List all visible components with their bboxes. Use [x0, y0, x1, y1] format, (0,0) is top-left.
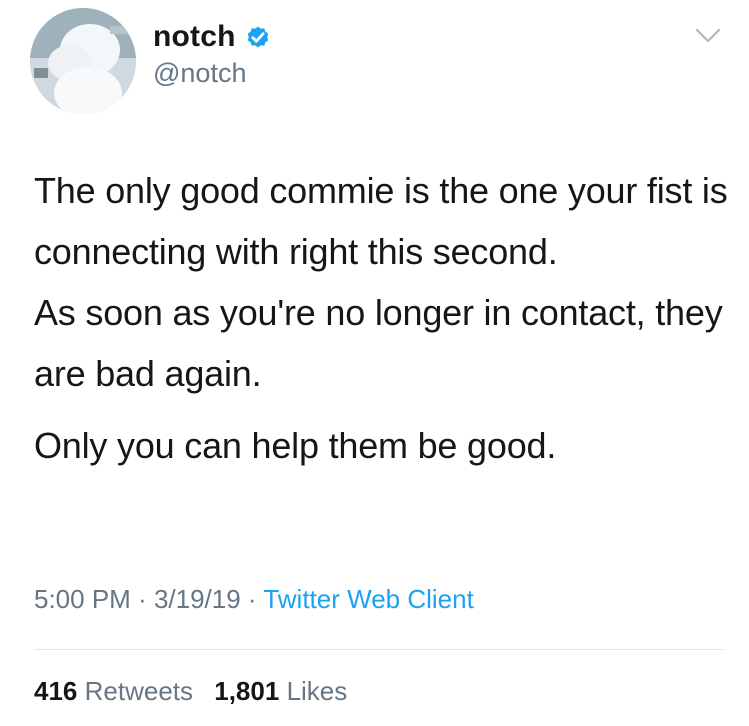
tweet-date[interactable]: 3/19/19 — [154, 584, 241, 614]
likes-count: 1,801 — [214, 676, 280, 706]
tweet-paragraph: The only good commie is the one your fis… — [34, 170, 738, 272]
retweets-label: Retweets — [84, 676, 194, 706]
tweet-text: The only good commie is the one your fis… — [34, 160, 734, 476]
name-row: notch — [153, 20, 272, 54]
avatar-image — [30, 8, 136, 114]
tweet-time[interactable]: 5:00 PM — [34, 584, 131, 614]
tweet-stats: 416 Retweets 1,801 Likes — [34, 676, 361, 707]
meta-separator: · — [130, 584, 154, 614]
tweet-paragraph: As soon as you're no longer in contact, … — [34, 292, 733, 394]
likes-label: Likes — [286, 676, 348, 706]
tweet-card: notch @notch The only good commie is the… — [0, 0, 749, 726]
divider — [34, 649, 724, 650]
display-name[interactable]: notch — [153, 20, 236, 54]
retweets-stat[interactable]: 416 Retweets — [34, 676, 200, 706]
verified-badge-icon — [244, 23, 272, 51]
client-link[interactable]: Twitter Web Client — [263, 584, 473, 614]
likes-stat[interactable]: 1,801 Likes — [214, 676, 347, 706]
user-handle[interactable]: @notch — [153, 58, 246, 89]
tweet-paragraph: Only you can help them be good. — [34, 425, 557, 466]
avatar[interactable] — [30, 8, 136, 114]
chevron-down-icon[interactable] — [693, 25, 723, 47]
retweets-count: 416 — [34, 676, 78, 706]
meta-separator: · — [240, 584, 264, 614]
tweet-meta: 5:00 PM · 3/19/19 · Twitter Web Client — [34, 584, 474, 615]
